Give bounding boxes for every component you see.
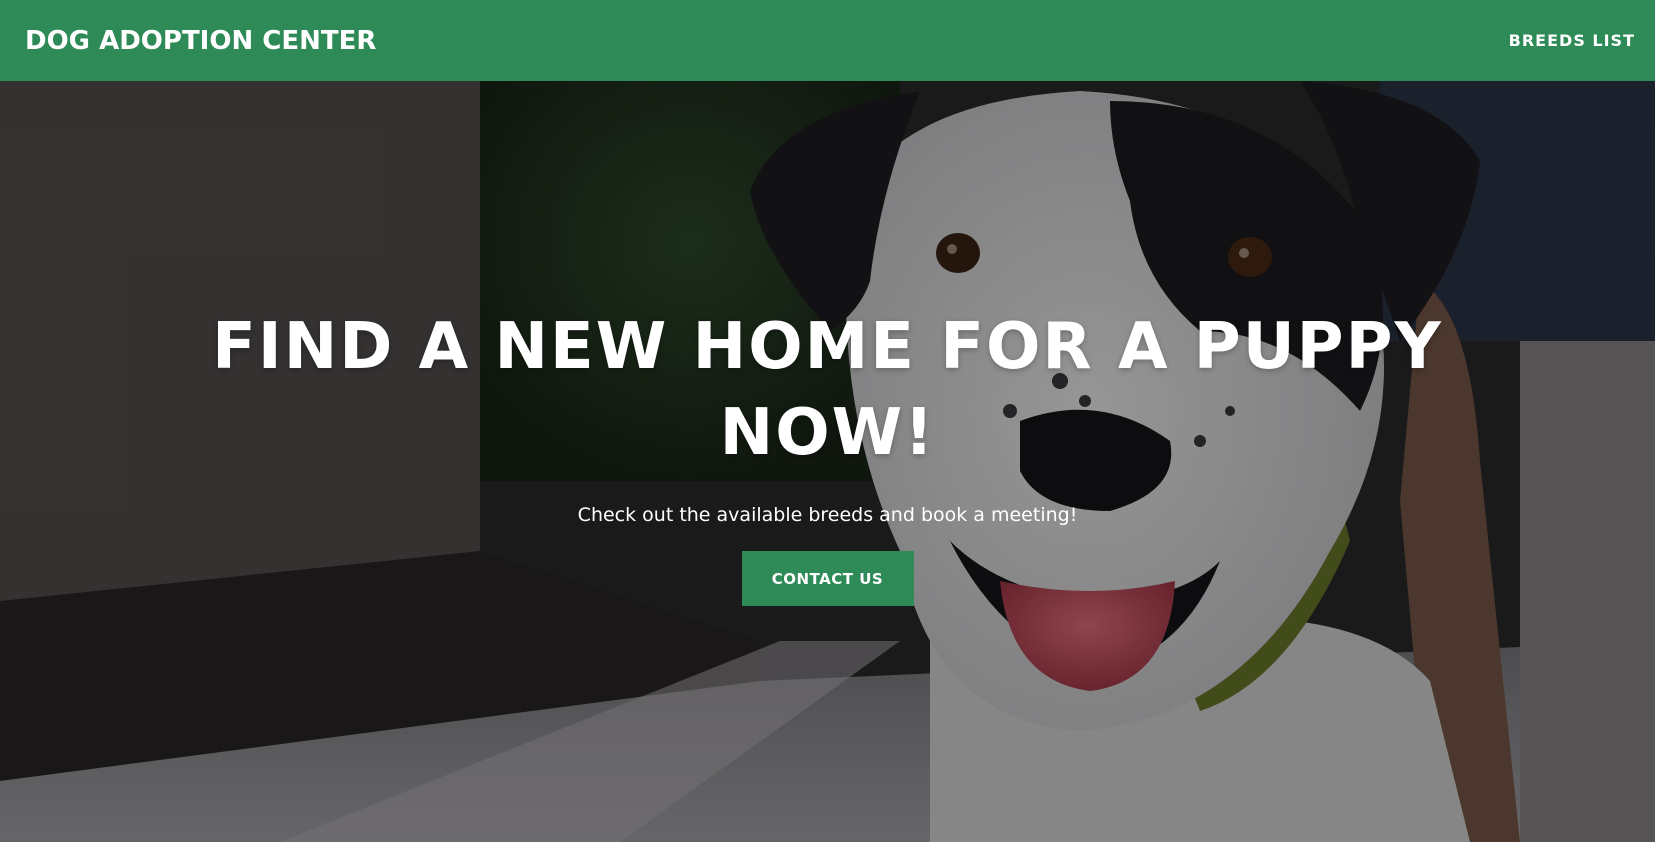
contact-us-button[interactable]: CONTACT US [741,551,914,606]
navbar: DOG ADOPTION CENTER BREEDS LIST [0,0,1655,81]
hero-content: FIND A NEW HOME FOR A PUPPY NOW! Check o… [0,81,1655,842]
page: DOG ADOPTION CENTER BREEDS LIST FIND A N… [0,0,1655,842]
nav-link-breeds-list[interactable]: BREEDS LIST [1509,31,1635,50]
hero-title: FIND A NEW HOME FOR A PUPPY NOW! [212,310,1443,470]
hero-subtitle: Check out the available breeds and book … [577,504,1078,526]
brand-logo-text[interactable]: DOG ADOPTION CENTER [25,26,376,56]
hero-section: FIND A NEW HOME FOR A PUPPY NOW! Check o… [0,81,1655,842]
